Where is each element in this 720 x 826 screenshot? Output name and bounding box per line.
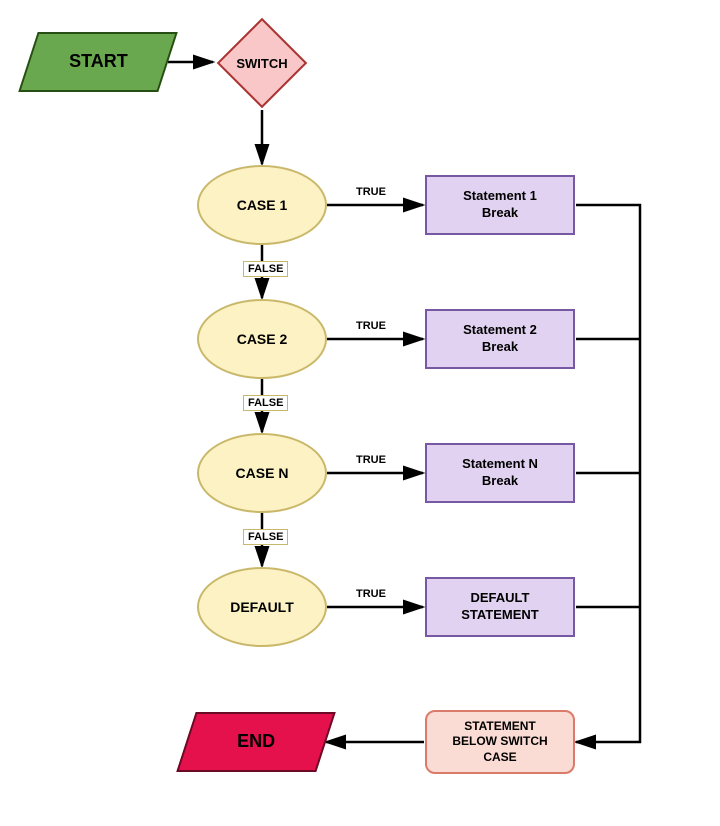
case-n-node: CASE N	[197, 433, 327, 513]
case-n-false-label: FALSE	[243, 529, 288, 545]
statement-1-label: Statement 1 Break	[463, 188, 537, 222]
case-2-label: CASE 2	[237, 330, 288, 348]
case-1-true-label: TRUE	[354, 186, 388, 198]
statement-n-label: Statement N Break	[462, 456, 538, 490]
case-1-label: CASE 1	[237, 196, 288, 214]
start-label: START	[69, 50, 128, 73]
default-label: DEFAULT	[230, 598, 294, 616]
below-switch-label: STATEMENT BELOW SWITCH CASE	[452, 719, 547, 766]
below-switch-box: STATEMENT BELOW SWITCH CASE	[425, 710, 575, 774]
statement-n-box: Statement N Break	[425, 443, 575, 503]
case-1-false-label: FALSE	[243, 261, 288, 277]
case-1-node: CASE 1	[197, 165, 327, 245]
start-node: START	[18, 32, 177, 92]
switch-node: SWITCH	[217, 18, 307, 108]
end-label: END	[237, 730, 275, 753]
case-n-true-label: TRUE	[354, 454, 388, 466]
default-true-label: TRUE	[354, 588, 388, 600]
switch-label: SWITCH	[217, 18, 307, 108]
end-node: END	[176, 712, 335, 772]
default-node: DEFAULT	[197, 567, 327, 647]
statement-1-box: Statement 1 Break	[425, 175, 575, 235]
default-statement-label: DEFAULT STATEMENT	[461, 590, 539, 624]
case-2-node: CASE 2	[197, 299, 327, 379]
statement-2-label: Statement 2 Break	[463, 322, 537, 356]
statement-2-box: Statement 2 Break	[425, 309, 575, 369]
case-n-label: CASE N	[236, 464, 289, 482]
case-2-true-label: TRUE	[354, 320, 388, 332]
case-2-false-label: FALSE	[243, 395, 288, 411]
default-statement-box: DEFAULT STATEMENT	[425, 577, 575, 637]
flowchart-arrows	[0, 0, 720, 826]
